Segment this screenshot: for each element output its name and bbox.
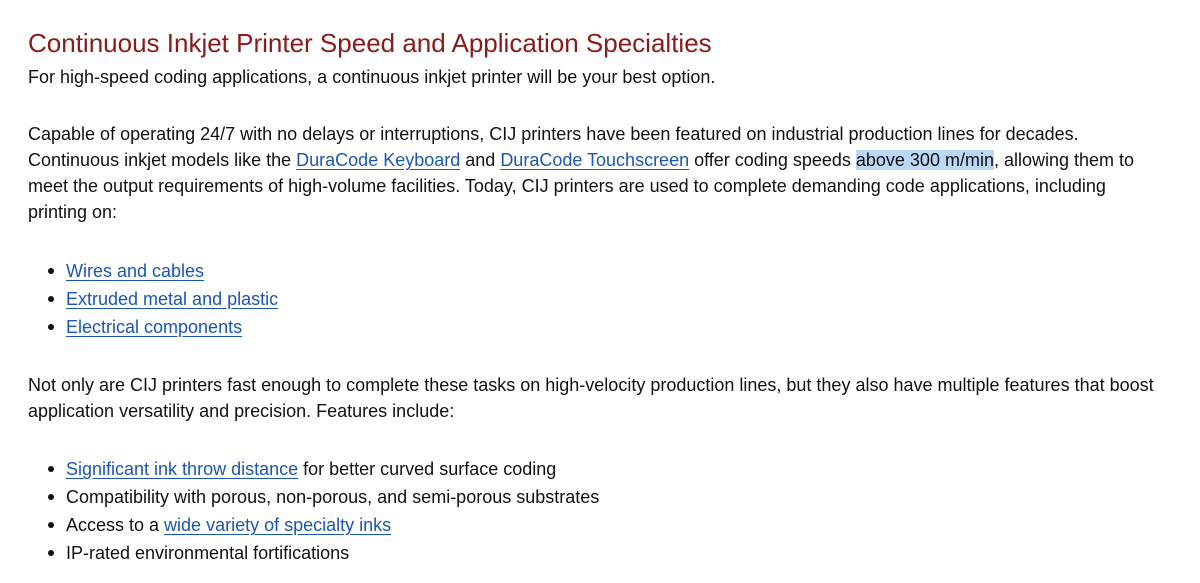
- duracode-touchscreen-link[interactable]: DuraCode Touchscreen: [500, 150, 689, 170]
- list-item: IP-rated environmental fortifications: [28, 539, 599, 567]
- wires-and-cables-link[interactable]: Wires and cables: [66, 261, 204, 281]
- feature-text: for better curved surface coding: [298, 459, 557, 479]
- specialty-inks-link[interactable]: wide variety of specialty inks: [164, 515, 391, 535]
- applications-list: Wires and cables Extruded metal and plas…: [28, 257, 278, 341]
- selected-text-highlight: above 300 m/min: [855, 150, 994, 170]
- list-item: Electrical components: [28, 313, 278, 341]
- intro-paragraph: Capable of operating 24/7 with no delays…: [28, 121, 1168, 225]
- list-item: Significant ink throw distance for bette…: [28, 455, 599, 483]
- features-list: Significant ink throw distance for bette…: [28, 455, 599, 567]
- feature-text: IP-rated environmental fortifications: [66, 543, 350, 563]
- feature-text: Access to a: [66, 515, 165, 535]
- extruded-metal-plastic-link[interactable]: Extruded metal and plastic: [66, 289, 278, 309]
- feature-text: Compatibility with porous, non-porous, a…: [66, 487, 600, 507]
- list-item: Extruded metal and plastic: [28, 285, 278, 313]
- intro-text-3: offer coding speeds: [689, 150, 856, 170]
- lead-paragraph: For high-speed coding applications, a co…: [28, 67, 716, 87]
- electrical-components-link[interactable]: Electrical components: [66, 317, 242, 337]
- list-item: Wires and cables: [28, 257, 278, 285]
- features-paragraph: Not only are CIJ printers fast enough to…: [28, 375, 1154, 421]
- section-heading: Continuous Inkjet Printer Speed and Appl…: [28, 28, 712, 58]
- ink-throw-distance-link[interactable]: Significant ink throw distance: [66, 459, 298, 479]
- duracode-keyboard-link[interactable]: DuraCode Keyboard: [296, 150, 460, 170]
- list-item: Compatibility with porous, non-porous, a…: [28, 483, 599, 511]
- list-item: Access to a wide variety of specialty in…: [28, 511, 599, 539]
- intro-text-2: and: [460, 150, 501, 170]
